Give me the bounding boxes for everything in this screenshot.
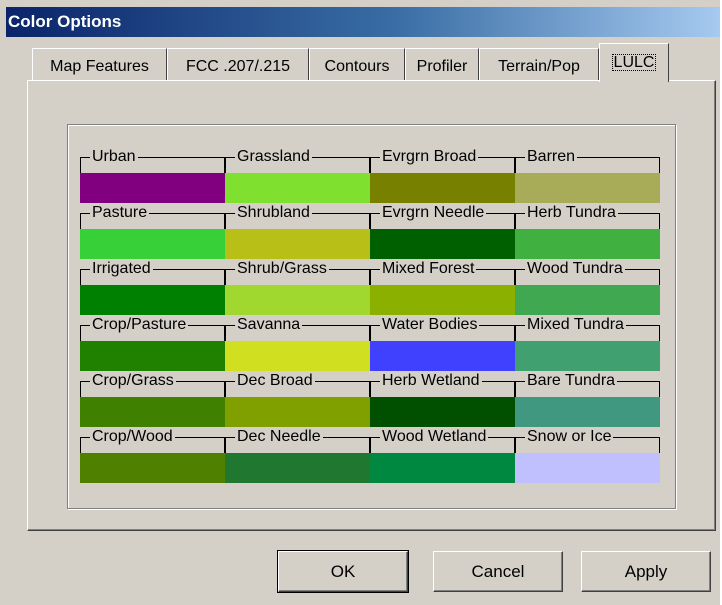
color-swatch-evrgrn-broad[interactable] xyxy=(370,173,515,203)
color-swatch-crop-wood[interactable] xyxy=(80,453,225,483)
lulc-label-dec-broad: Dec Broad xyxy=(235,371,315,391)
lulc-label-evrgrn-needle: Evrgrn Needle xyxy=(380,203,487,223)
color-swatch-urban[interactable] xyxy=(80,173,225,203)
lulc-cell-herb-tundra: Herb Tundra xyxy=(515,203,660,259)
color-swatch-savanna[interactable] xyxy=(225,341,370,371)
color-swatch-herb-tundra[interactable] xyxy=(515,229,660,259)
lulc-label-herb-tundra: Herb Tundra xyxy=(525,203,618,223)
tab-lulc[interactable]: LULC xyxy=(599,43,669,82)
lulc-label-crop-grass: Crop/Grass xyxy=(90,371,176,391)
lulc-cell-dec-needle: Dec Needle xyxy=(225,427,370,483)
lulc-label-pasture: Pasture xyxy=(90,203,150,223)
color-swatch-evrgrn-needle[interactable] xyxy=(370,229,515,259)
lulc-label-wood-tundra: Wood Tundra xyxy=(525,259,625,279)
color-swatch-wood-tundra[interactable] xyxy=(515,285,660,315)
color-swatch-mixed-forest[interactable] xyxy=(370,285,515,315)
color-swatch-pasture[interactable] xyxy=(80,229,225,259)
lulc-cell-dec-broad: Dec Broad xyxy=(225,371,370,427)
tab-terrain-pop[interactable]: Terrain/Pop xyxy=(479,48,599,80)
color-swatch-crop-grass[interactable] xyxy=(80,397,225,427)
lulc-label-crop-wood: Crop/Wood xyxy=(90,427,175,447)
tab-fcc-207-215[interactable]: FCC .207/.215 xyxy=(167,48,309,80)
tab-contours[interactable]: Contours xyxy=(309,48,405,80)
lulc-label-grassland: Grassland xyxy=(235,147,312,167)
color-swatch-dec-broad[interactable] xyxy=(225,397,370,427)
color-swatch-wood-wetland[interactable] xyxy=(370,453,515,483)
tab-profiler[interactable]: Profiler xyxy=(405,48,479,80)
lulc-label-irrigated: Irrigated xyxy=(90,259,153,279)
apply-button[interactable]: Apply xyxy=(581,551,711,592)
color-swatch-herb-wetland[interactable] xyxy=(370,397,515,427)
lulc-label-shrub-grass: Shrub/Grass xyxy=(235,259,329,279)
lulc-cell-pasture: Pasture xyxy=(80,203,225,259)
lulc-cell-savanna: Savanna xyxy=(225,315,370,371)
color-swatch-snow-or-ice[interactable] xyxy=(515,453,660,483)
color-swatch-shrub-grass[interactable] xyxy=(225,285,370,315)
lulc-label-barren: Barren xyxy=(525,147,578,167)
lulc-cell-wood-tundra: Wood Tundra xyxy=(515,259,660,315)
lulc-label-mixed-tundra: Mixed Tundra xyxy=(525,315,626,335)
color-swatch-water-bodies[interactable] xyxy=(370,341,515,371)
color-swatch-irrigated[interactable] xyxy=(80,285,225,315)
lulc-cell-urban: Urban xyxy=(80,147,225,203)
lulc-label-evrgrn-broad: Evrgrn Broad xyxy=(380,147,479,167)
color-swatch-barren[interactable] xyxy=(515,173,660,203)
lulc-cell-mixed-forest: Mixed Forest xyxy=(370,259,515,315)
lulc-cell-grassland: Grassland xyxy=(225,147,370,203)
lulc-cell-evrgrn-broad: Evrgrn Broad xyxy=(370,147,515,203)
lulc-cell-barren: Barren xyxy=(515,147,660,203)
lulc-label-crop-pasture: Crop/Pasture xyxy=(90,315,189,335)
lulc-label-dec-needle: Dec Needle xyxy=(235,427,323,447)
color-swatch-crop-pasture[interactable] xyxy=(80,341,225,371)
color-swatch-mixed-tundra[interactable] xyxy=(515,341,660,371)
tab-map-features[interactable]: Map Features xyxy=(32,48,167,80)
lulc-cell-crop-wood: Crop/Wood xyxy=(80,427,225,483)
color-swatch-bare-tundra[interactable] xyxy=(515,397,660,427)
color-swatch-grassland[interactable] xyxy=(225,173,370,203)
lulc-cell-herb-wetland: Herb Wetland xyxy=(370,371,515,427)
lulc-label-savanna: Savanna xyxy=(235,315,303,335)
window-title: Color Options xyxy=(8,12,122,31)
lulc-cell-wood-wetland: Wood Wetland xyxy=(370,427,515,483)
title-bar[interactable]: Color Options xyxy=(6,7,720,37)
color-options-dialog: Color Options Map Features FCC .207/.215… xyxy=(0,0,720,605)
lulc-label-wood-wetland: Wood Wetland xyxy=(380,427,489,447)
lulc-label-water-bodies: Water Bodies xyxy=(380,315,480,335)
lulc-cell-shrub-grass: Shrub/Grass xyxy=(225,259,370,315)
lulc-cell-shrubland: Shrubland xyxy=(225,203,370,259)
lulc-label-snow-or-ice: Snow or Ice xyxy=(525,427,614,447)
lulc-label-urban: Urban xyxy=(90,147,138,167)
cancel-button[interactable]: Cancel xyxy=(433,551,563,592)
lulc-cell-evrgrn-needle: Evrgrn Needle xyxy=(370,203,515,259)
lulc-cell-bare-tundra: Bare Tundra xyxy=(515,371,660,427)
lulc-label-shrubland: Shrubland xyxy=(235,203,312,223)
color-swatch-shrubland[interactable] xyxy=(225,229,370,259)
lulc-label-bare-tundra: Bare Tundra xyxy=(525,371,618,391)
lulc-cell-water-bodies: Water Bodies xyxy=(370,315,515,371)
color-swatch-dec-needle[interactable] xyxy=(225,453,370,483)
lulc-cell-crop-pasture: Crop/Pasture xyxy=(80,315,225,371)
lulc-cell-crop-grass: Crop/Grass xyxy=(80,371,225,427)
lulc-label-herb-wetland: Herb Wetland xyxy=(380,371,482,391)
lulc-label-mixed-forest: Mixed Forest xyxy=(380,259,477,279)
lulc-cell-snow-or-ice: Snow or Ice xyxy=(515,427,660,483)
ok-button[interactable]: OK xyxy=(277,550,409,593)
lulc-cell-mixed-tundra: Mixed Tundra xyxy=(515,315,660,371)
lulc-cell-irrigated: Irrigated xyxy=(80,259,225,315)
